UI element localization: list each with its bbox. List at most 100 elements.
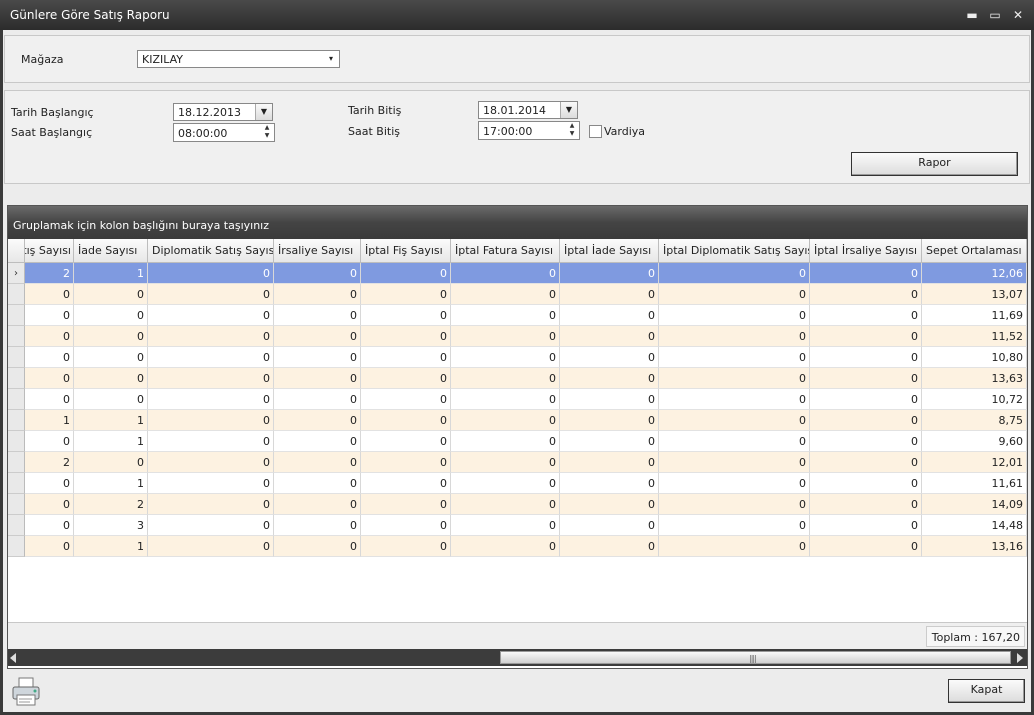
table-cell[interactable]: 13,63 bbox=[922, 368, 1027, 389]
start-date-picker[interactable]: 18.12.2013 ▼ bbox=[173, 103, 273, 121]
table-cell[interactable]: 0 bbox=[25, 515, 74, 536]
row-indicator[interactable] bbox=[8, 494, 25, 515]
column-header[interactable]: İptal Fiş Sayısı bbox=[361, 239, 451, 262]
table-cell[interactable]: 10,80 bbox=[922, 347, 1027, 368]
table-cell[interactable]: 0 bbox=[274, 263, 361, 284]
table-cell[interactable]: 0 bbox=[659, 389, 810, 410]
table-cell[interactable]: 0 bbox=[451, 473, 560, 494]
row-indicator[interactable] bbox=[8, 389, 25, 410]
table-cell[interactable]: 0 bbox=[274, 410, 361, 431]
table-cell[interactable]: 0 bbox=[810, 284, 922, 305]
table-cell[interactable]: 0 bbox=[659, 452, 810, 473]
table-cell[interactable]: 0 bbox=[25, 431, 74, 452]
table-cell[interactable]: 0 bbox=[560, 536, 659, 557]
table-cell[interactable]: 0 bbox=[25, 347, 74, 368]
table-row[interactable]: 0 2 0 0 0 0 0 0 0 14,09 bbox=[8, 494, 1027, 515]
table-cell[interactable]: 1 bbox=[74, 536, 148, 557]
table-cell[interactable]: 0 bbox=[659, 284, 810, 305]
table-cell[interactable]: 0 bbox=[25, 326, 74, 347]
table-cell[interactable]: 0 bbox=[148, 431, 274, 452]
table-cell[interactable]: 0 bbox=[560, 494, 659, 515]
table-cell[interactable]: 11,52 bbox=[922, 326, 1027, 347]
table-cell[interactable]: 0 bbox=[25, 368, 74, 389]
table-cell[interactable]: 0 bbox=[810, 515, 922, 536]
table-cell[interactable]: 0 bbox=[810, 368, 922, 389]
table-cell[interactable]: 0 bbox=[810, 305, 922, 326]
table-cell[interactable]: 0 bbox=[274, 473, 361, 494]
table-cell[interactable]: 0 bbox=[451, 284, 560, 305]
table-cell[interactable]: 0 bbox=[74, 347, 148, 368]
table-cell[interactable]: 0 bbox=[361, 473, 451, 494]
table-cell[interactable]: 0 bbox=[74, 284, 148, 305]
printer-icon[interactable] bbox=[10, 676, 42, 708]
table-cell[interactable]: 11,69 bbox=[922, 305, 1027, 326]
table-cell[interactable]: 0 bbox=[361, 536, 451, 557]
table-cell[interactable]: 14,48 bbox=[922, 515, 1027, 536]
table-row[interactable]: 0 0 0 0 0 0 0 0 0 10,72 bbox=[8, 389, 1027, 410]
report-button[interactable]: Rapor bbox=[851, 152, 1018, 176]
table-cell[interactable]: 0 bbox=[74, 305, 148, 326]
table-cell[interactable]: 0 bbox=[659, 431, 810, 452]
table-cell[interactable]: 0 bbox=[361, 494, 451, 515]
table-cell[interactable]: 8,75 bbox=[922, 410, 1027, 431]
table-cell[interactable]: 0 bbox=[451, 263, 560, 284]
chevron-down-icon[interactable]: ▼ bbox=[560, 102, 577, 118]
table-cell[interactable]: 0 bbox=[274, 305, 361, 326]
table-cell[interactable]: 0 bbox=[810, 263, 922, 284]
table-cell[interactable]: 2 bbox=[74, 494, 148, 515]
table-cell[interactable]: 0 bbox=[361, 515, 451, 536]
table-cell[interactable]: 0 bbox=[25, 536, 74, 557]
table-row[interactable]: 0 1 0 0 0 0 0 0 0 11,61 bbox=[8, 473, 1027, 494]
table-cell[interactable]: 0 bbox=[148, 410, 274, 431]
table-cell[interactable]: 0 bbox=[810, 431, 922, 452]
table-cell[interactable]: 0 bbox=[274, 326, 361, 347]
table-cell[interactable]: 13,16 bbox=[922, 536, 1027, 557]
table-cell[interactable]: 0 bbox=[274, 431, 361, 452]
table-cell[interactable]: 0 bbox=[451, 494, 560, 515]
table-cell[interactable]: 0 bbox=[274, 494, 361, 515]
row-indicator[interactable] bbox=[8, 347, 25, 368]
table-cell[interactable]: 0 bbox=[274, 515, 361, 536]
table-cell[interactable]: 0 bbox=[148, 452, 274, 473]
table-cell[interactable]: 0 bbox=[148, 515, 274, 536]
table-cell[interactable]: 0 bbox=[361, 431, 451, 452]
horizontal-scrollbar[interactable]: |||| bbox=[8, 649, 1027, 666]
table-cell[interactable]: 0 bbox=[25, 305, 74, 326]
table-cell[interactable]: 0 bbox=[810, 347, 922, 368]
table-cell[interactable]: 0 bbox=[274, 347, 361, 368]
table-cell[interactable]: 0 bbox=[659, 410, 810, 431]
column-header[interactable]: İrsaliye Sayısı bbox=[274, 239, 361, 262]
table-cell[interactable]: 0 bbox=[560, 389, 659, 410]
table-cell[interactable]: 0 bbox=[274, 368, 361, 389]
table-cell[interactable]: 0 bbox=[148, 263, 274, 284]
table-cell[interactable]: 2 bbox=[25, 263, 74, 284]
table-cell[interactable]: 0 bbox=[560, 452, 659, 473]
table-cell[interactable]: 0 bbox=[25, 494, 74, 515]
maximize-button[interactable]: ▭ bbox=[986, 6, 1004, 24]
table-cell[interactable]: 0 bbox=[560, 326, 659, 347]
row-indicator[interactable] bbox=[8, 284, 25, 305]
table-row[interactable]: 0 0 0 0 0 0 0 0 0 11,69 bbox=[8, 305, 1027, 326]
chevron-down-icon[interactable]: ▾ bbox=[323, 51, 339, 67]
shift-checkbox[interactable] bbox=[589, 125, 602, 138]
column-header[interactable]: İptal İade Sayısı bbox=[560, 239, 659, 262]
table-cell[interactable]: 0 bbox=[148, 473, 274, 494]
table-cell[interactable]: 0 bbox=[274, 452, 361, 473]
row-indicator[interactable] bbox=[8, 473, 25, 494]
table-cell[interactable]: 0 bbox=[659, 473, 810, 494]
table-cell[interactable]: 0 bbox=[451, 326, 560, 347]
table-cell[interactable]: 0 bbox=[560, 368, 659, 389]
close-window-button[interactable]: ✕ bbox=[1009, 6, 1027, 24]
table-cell[interactable]: 0 bbox=[659, 305, 810, 326]
row-indicator[interactable] bbox=[8, 410, 25, 431]
chevron-right-icon[interactable]: › bbox=[8, 263, 25, 284]
column-header[interactable]: Sepet Ortalaması bbox=[922, 239, 1027, 262]
table-cell[interactable]: 0 bbox=[148, 494, 274, 515]
table-cell[interactable]: 0 bbox=[148, 284, 274, 305]
table-cell[interactable]: 0 bbox=[659, 347, 810, 368]
table-cell[interactable]: 0 bbox=[74, 368, 148, 389]
table-cell[interactable]: 0 bbox=[74, 452, 148, 473]
table-row[interactable]: 0 0 0 0 0 0 0 0 0 13,07 bbox=[8, 284, 1027, 305]
table-cell[interactable]: 0 bbox=[274, 284, 361, 305]
row-indicator[interactable] bbox=[8, 305, 25, 326]
